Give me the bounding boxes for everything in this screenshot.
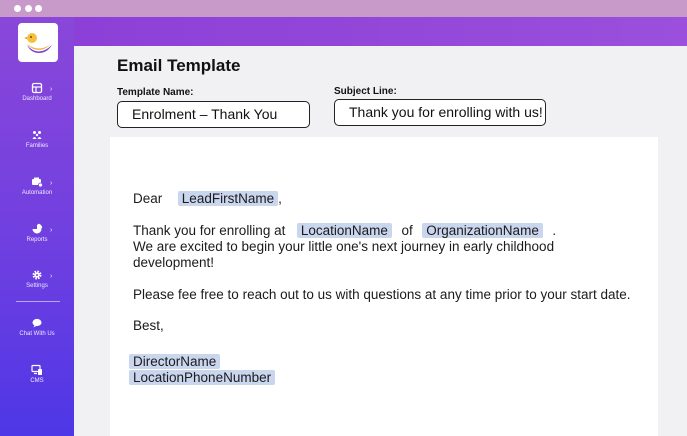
greeting-text: Dear [133,191,163,206]
email-paragraph-line: Please fee free to reach out to us with … [133,287,631,302]
cms-icon [31,364,42,375]
merge-tag[interactable]: LocationPhoneNumber [129,370,276,385]
duck-logo-icon [24,33,52,53]
chat-icon [32,318,42,328]
greeting-punctuation: , [278,191,282,206]
sidebar-item-reports[interactable]: › Reports [0,223,74,263]
chevron-right-icon: › [50,180,53,187]
sidebar-item-label: Dashboard [22,96,52,102]
sidebar: › Dashboard Families › Automation › Repo… [0,17,74,436]
sidebar-item-automation[interactable]: › Automation [0,176,74,216]
paragraph-punctuation: . [552,223,557,238]
page-title: Email Template [117,56,241,75]
sidebar-item-label: CMS [30,378,44,384]
sidebar-item-label: Settings [26,283,48,289]
sidebar-item-chat[interactable]: Chat With Us [0,317,74,357]
settings-icon [32,270,42,280]
merge-tag[interactable]: LeadFirstName [177,191,279,206]
sidebar-item-label: Reports [26,237,48,243]
families-icon [32,131,42,139]
window-dot-icon[interactable] [35,5,42,12]
email-signature-line: DirectorName [129,354,221,369]
email-paragraph-line: Thank you for enrolling at LocationName … [133,223,556,238]
automation-icon [32,177,43,188]
logo[interactable] [18,23,58,62]
sidebar-item-label: Chat With Us [19,331,55,337]
chevron-right-icon: › [50,273,53,280]
window-dot-icon[interactable] [14,5,21,12]
app-window: › Dashboard Families › Automation › Repo… [0,0,687,436]
sidebar-item-families[interactable]: Families [0,129,74,169]
template-name-field[interactable]: Enrolment – Thank You [117,101,310,128]
chevron-right-icon: › [50,86,53,93]
email-greeting-line: Dear LeadFirstName, [133,191,282,206]
subject-line-field[interactable]: Thank you for enrolling with us! [334,99,546,126]
reports-icon [32,223,43,234]
sidebar-item-dashboard[interactable]: › Dashboard [0,82,74,122]
merge-tag[interactable]: DirectorName [129,354,221,369]
subject-line-label: Subject Line: [334,86,397,97]
dashboard-icon [31,82,43,94]
title-bar [0,0,687,17]
merge-tag[interactable]: OrganizationName [422,223,543,238]
email-signature-line: LocationPhoneNumber [129,370,276,385]
sidebar-divider [16,301,60,302]
template-name-label: Template Name: [117,87,194,98]
email-paragraph-line: We are excited to begin your little one'… [133,239,555,254]
paragraph-text: Thank you for enrolling at [133,223,286,238]
window-dot-icon[interactable] [25,5,32,12]
sidebar-item-label: Automation [21,190,53,196]
email-paragraph-line: development! [133,255,215,270]
paragraph-text: of [401,223,413,238]
top-bar [0,17,687,46]
sidebar-item-label: Families [25,143,49,149]
merge-tag[interactable]: LocationName [296,223,392,238]
chevron-right-icon: › [50,227,53,234]
sidebar-item-settings[interactable]: › Settings [0,269,74,309]
sidebar-item-cms[interactable]: CMS [0,364,74,404]
email-signoff: Best, [133,318,164,333]
